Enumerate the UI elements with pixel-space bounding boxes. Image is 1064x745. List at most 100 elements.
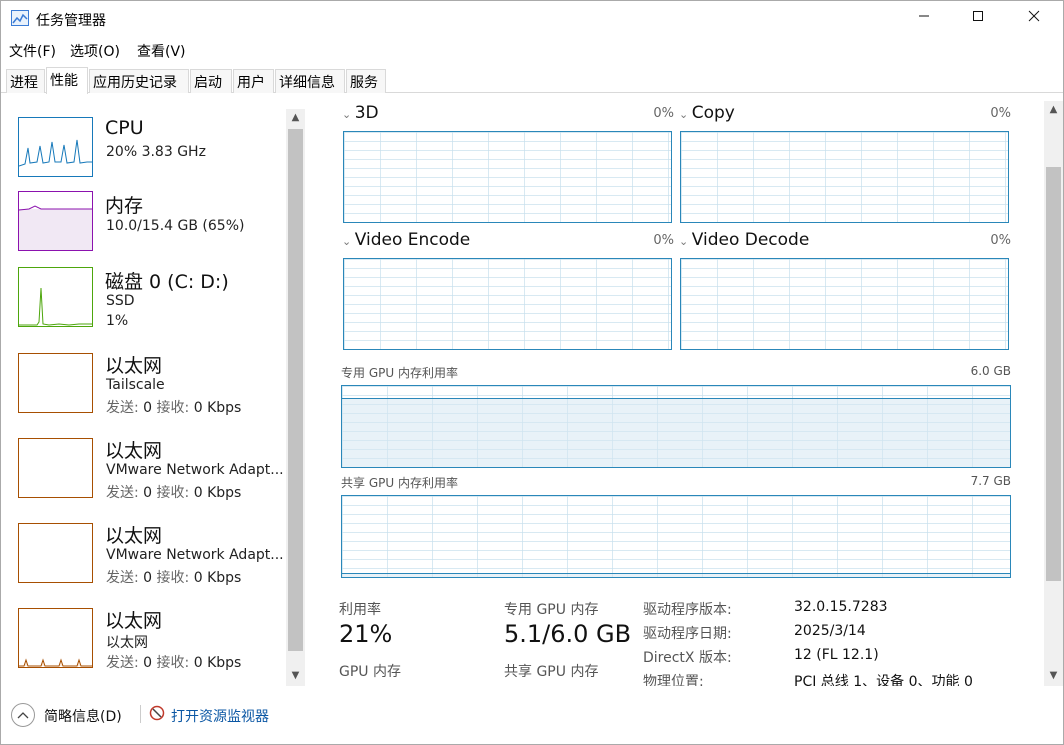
scroll-down-arrow[interactable]: ▼ — [286, 667, 305, 684]
ethernet-throughput: 发送: 0 接收: 0 Kbps — [106, 400, 242, 416]
menu-options[interactable]: 选项(O) — [70, 41, 120, 61]
resource-item-disk[interactable]: 磁盘 0 (C: D:) SSD 1% — [1, 265, 285, 345]
graph-3d — [343, 131, 672, 223]
dedicated-memory-label: 专用 GPU 内存利用率 — [341, 366, 458, 380]
window-title: 任务管理器 — [36, 13, 106, 29]
resource-list: CPU 20% 3.83 GHz 内存 10.0/15.4 GB (65%) 磁… — [1, 101, 307, 686]
cpu-summary: 20% 3.83 GHz — [106, 144, 206, 160]
shared-gpu-memory-label: 共享 GPU 内存 — [504, 664, 599, 680]
dedicated-memory-graph — [341, 385, 1011, 468]
memory-summary: 10.0/15.4 GB (65%) — [106, 218, 245, 234]
tab-users[interactable]: 用户 — [233, 69, 274, 93]
driver-version-value: 32.0.15.7283 — [794, 599, 888, 615]
sidebar-scroll-thumb[interactable] — [288, 129, 303, 651]
ethernet-throughput: 发送: 0 接收: 0 Kbps — [106, 485, 242, 501]
disk-thumbnail-graph — [18, 267, 93, 327]
bottom-bar: 简略信息(D) 打开资源监视器 — [1, 701, 1063, 731]
title-bar: 任务管理器 — [1, 1, 1063, 37]
main-scroll-thumb[interactable] — [1046, 167, 1061, 581]
menu-file[interactable]: 文件(F) — [9, 41, 56, 61]
dedicated-memory-fill — [342, 398, 1010, 467]
graph-title-video-decode: ⌄ Video Decode — [679, 230, 810, 250]
maximize-button[interactable] — [955, 1, 1001, 35]
scroll-up-arrow[interactable]: ▲ — [1044, 101, 1063, 118]
graph-pct-video-decode: 0% — [990, 233, 1011, 248]
resource-item-cpu[interactable]: CPU 20% 3.83 GHz — [1, 115, 285, 195]
open-resource-monitor-link[interactable]: 打开资源监视器 — [171, 706, 269, 726]
ethernet-thumbnail-graph — [18, 608, 93, 668]
shared-memory-label: 共享 GPU 内存利用率 — [341, 476, 458, 490]
bottom-divider — [140, 705, 141, 723]
ethernet-thumbnail-graph — [18, 438, 93, 498]
tab-performance[interactable]: 性能 — [46, 67, 88, 94]
minimize-button[interactable] — [901, 1, 947, 35]
gpu-memory-label: GPU 内存 — [339, 664, 401, 680]
utilization-label: 利用率 — [339, 602, 381, 618]
resource-item-ethernet-vmware-2[interactable]: 以太网 VMware Network Adapt... 发送: 0 接收: 0 … — [1, 521, 285, 601]
directx-version-label: DirectX 版本: — [643, 650, 732, 666]
resource-item-memory[interactable]: 内存 10.0/15.4 GB (65%) — [1, 189, 285, 269]
ethernet-thumbnail-graph — [18, 523, 93, 583]
tab-startup[interactable]: 启动 — [190, 69, 232, 93]
scroll-down-arrow[interactable]: ▼ — [1044, 667, 1063, 684]
graph-title-copy: ⌄ Copy — [679, 103, 735, 123]
dedicated-memory-max: 6.0 GB — [970, 364, 1011, 378]
cpu-thumbnail-graph — [18, 117, 93, 177]
resource-item-ethernet-tailscale[interactable]: 以太网 Tailscale 发送: 0 接收: 0 Kbps — [1, 351, 285, 431]
graph-video-encode — [343, 258, 672, 350]
ethernet-title: 以太网 — [105, 440, 163, 462]
maximize-icon — [972, 10, 984, 26]
tab-processes[interactable]: 进程 — [6, 69, 45, 93]
ethernet-title: 以太网 — [105, 355, 163, 377]
graph-title-video-encode: ⌄ Video Encode — [342, 230, 471, 250]
resource-monitor-icon — [149, 705, 165, 725]
fewer-details-button[interactable] — [11, 703, 35, 727]
physical-location-label: 物理位置: — [643, 674, 704, 686]
close-button[interactable] — [1011, 1, 1057, 35]
driver-date-value: 2025/3/14 — [794, 623, 866, 639]
memory-thumbnail-graph — [18, 191, 93, 251]
tab-services[interactable]: 服务 — [346, 69, 386, 93]
graph-video-decode — [680, 258, 1009, 350]
shared-memory-max: 7.7 GB — [970, 474, 1011, 488]
memory-title: 内存 — [105, 195, 144, 217]
utilization-value: 21% — [339, 620, 393, 648]
minimize-icon — [918, 10, 930, 26]
tab-app-history[interactable]: 应用历史记录 — [89, 69, 189, 93]
dedicated-gpu-memory-value: 5.1/6.0 GB — [504, 620, 632, 648]
sidebar-scrollbar[interactable]: ▲ ▼ — [286, 109, 305, 686]
ethernet-title: 以太网 — [105, 610, 163, 632]
graph-pct-copy: 0% — [990, 106, 1011, 121]
ethernet-adapter-name: VMware Network Adapt... — [106, 462, 284, 478]
resource-item-ethernet-local[interactable]: 以太网 以太网 发送: 0 接收: 0 Kbps — [1, 606, 285, 686]
disk-type: SSD — [106, 293, 135, 309]
graph-title-3d: ⌄ 3D — [342, 103, 379, 123]
ethernet-throughput: 发送: 0 接收: 0 Kbps — [106, 655, 242, 671]
task-manager-app-icon — [11, 10, 29, 26]
main-scrollbar[interactable]: ▲ ▼ — [1044, 101, 1063, 686]
physical-location-value: PCI 总线 1、设备 0、功能 0 — [794, 674, 973, 686]
scroll-up-arrow[interactable]: ▲ — [286, 109, 305, 126]
menu-view[interactable]: 查看(V) — [137, 41, 186, 61]
driver-date-label: 驱动程序日期: — [643, 626, 732, 642]
close-icon — [1028, 10, 1040, 26]
fewer-details-link[interactable]: 简略信息(D) — [44, 706, 122, 726]
ethernet-adapter-name: Tailscale — [106, 377, 165, 393]
tab-details[interactable]: 详细信息 — [275, 69, 345, 93]
driver-version-label: 驱动程序版本: — [643, 602, 732, 618]
graph-pct-video-encode: 0% — [653, 233, 674, 248]
shared-memory-graph — [341, 495, 1011, 578]
resource-item-ethernet-vmware-1[interactable]: 以太网 VMware Network Adapt... 发送: 0 接收: 0 … — [1, 436, 285, 516]
cpu-title: CPU — [105, 117, 144, 139]
chevron-up-icon — [17, 709, 29, 722]
graph-pct-3d: 0% — [653, 106, 674, 121]
task-manager-window: 任务管理器 文件(F) 选项(O) 查看(V) 进程 性能 应用历史记录 启动 … — [0, 0, 1064, 745]
dedicated-gpu-memory-label: 专用 GPU 内存 — [504, 602, 599, 618]
menu-bar: 文件(F) 选项(O) 查看(V) — [1, 39, 1063, 61]
disk-title: 磁盘 0 (C: D:) — [105, 271, 229, 293]
ethernet-throughput: 发送: 0 接收: 0 Kbps — [106, 570, 242, 586]
graph-copy — [680, 131, 1009, 223]
ethernet-title: 以太网 — [105, 525, 163, 547]
shared-memory-fill — [342, 572, 1010, 577]
ethernet-adapter-name: 以太网 — [106, 635, 148, 651]
